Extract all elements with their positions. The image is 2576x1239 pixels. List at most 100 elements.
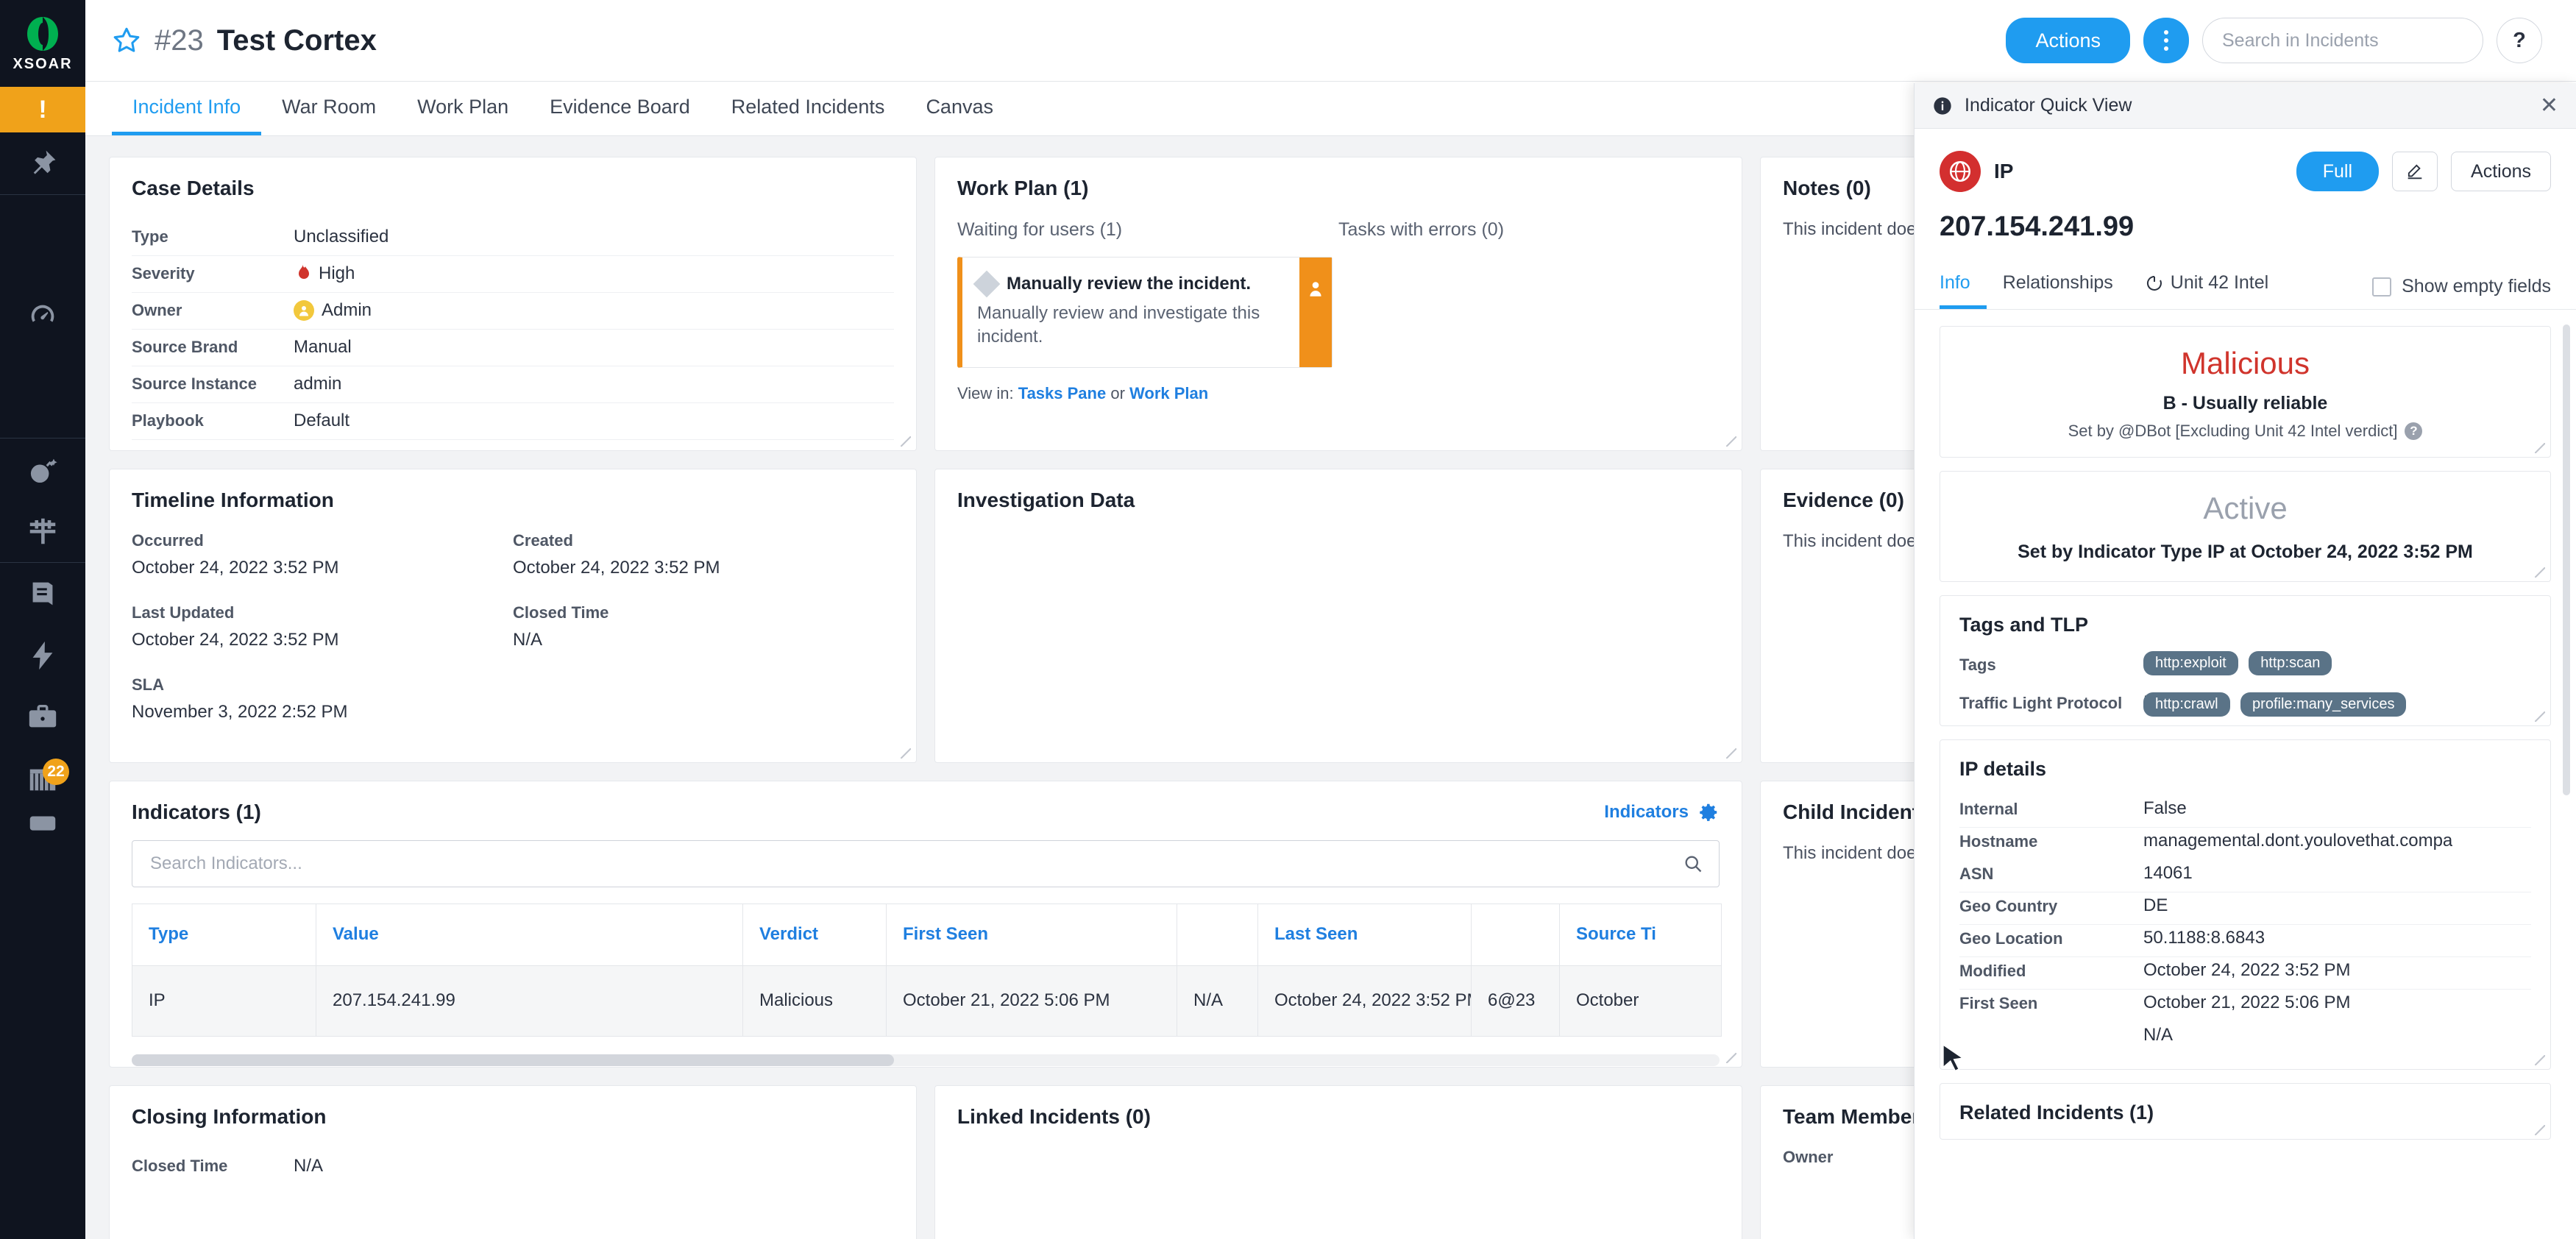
xsoar-logo[interactable]: XSOAR	[0, 0, 85, 87]
search-icon	[1685, 856, 1702, 873]
actions-button[interactable]: Actions	[2006, 18, 2130, 64]
assignee-user-icon	[1310, 281, 1321, 297]
timeline-last-updated-value: October 24, 2022 3:52 PM	[132, 629, 339, 650]
help-tooltip-icon[interactable]: ?	[2405, 422, 2423, 440]
qv-tab-unit42-label: Unit 42 Intel	[2170, 272, 2269, 293]
sidebar-item-automation[interactable]	[0, 625, 85, 686]
sidebar-item-pin[interactable]	[0, 132, 85, 194]
ip-detail-extra-label	[1959, 1022, 2143, 1026]
more-options-button[interactable]	[2143, 18, 2189, 64]
col-source-timestamp[interactable]: Source Ti	[1559, 903, 1722, 966]
help-button[interactable]: ?	[2497, 18, 2542, 64]
cell-first-seen: October 21, 2022 5:06 PM	[886, 965, 1177, 1037]
tag-pill[interactable]: http:scan	[2249, 651, 2332, 675]
field-type-value: Unclassified	[294, 227, 389, 247]
cell-last-seen: October 24, 2022 3:52 PM	[1257, 965, 1472, 1037]
ip-detail-geo-location-value: 50.1188:8.6843	[2143, 928, 2265, 948]
work-plan-waiting-column: Waiting for users (1) Manually review th…	[957, 219, 1338, 403]
close-icon[interactable]: ✕	[2540, 94, 2558, 117]
sidebar-item-threat-intel[interactable]	[0, 439, 85, 500]
field-owner-label: Owner	[132, 301, 182, 320]
work-plan-task-description: Manually review and investigate this inc…	[977, 302, 1260, 347]
sidebar-item-playbooks[interactable]	[0, 563, 85, 625]
show-empty-fields-toggle[interactable]: Show empty fields	[2372, 276, 2551, 309]
ip-detail-geo-country-label: Geo Country	[1959, 897, 2058, 915]
field-severity-value: High	[319, 263, 355, 284]
tab-incident-info[interactable]: Incident Info	[112, 96, 262, 135]
cell-value[interactable]: 207.154.241.99	[316, 965, 743, 1037]
qv-tab-info[interactable]: Info	[1940, 272, 1987, 309]
closing-information-title: Closing Information	[132, 1104, 327, 1128]
tag-row-1: http:exploit http:scan	[2143, 651, 2339, 675]
tag-pill[interactable]: profile:many_services	[2240, 692, 2407, 717]
qv-tab-relationships[interactable]: Relationships	[1987, 272, 2129, 309]
gear-icon[interactable]	[1697, 801, 1720, 823]
star-favorite-icon[interactable]	[112, 26, 141, 55]
kebab-menu-icon	[2164, 30, 2168, 52]
sidebar-item-archive[interactable]: 22	[0, 748, 85, 810]
col-last-seen[interactable]: Last Seen	[1257, 903, 1472, 966]
view-in-or: or	[1110, 383, 1125, 402]
search-input[interactable]	[2202, 18, 2483, 64]
timeline-grid: Occurred October 24, 2022 3:52 PM Create…	[132, 531, 894, 723]
full-view-button[interactable]: Full	[2296, 152, 2380, 191]
page-title: Test Cortex	[216, 24, 377, 57]
indicators-search-input[interactable]	[132, 839, 1720, 887]
sidebar-item-settings-sliders[interactable]	[0, 500, 85, 562]
indicators-link[interactable]: Indicators	[1604, 802, 1689, 823]
sidebar-item-alert-indicator[interactable]: !	[0, 87, 85, 132]
col-blank-2	[1471, 903, 1560, 966]
sidebar-item-dashboard[interactable]	[0, 195, 85, 438]
tab-work-plan[interactable]: Work Plan	[397, 96, 529, 135]
qv-tab-unit42-intel[interactable]: Unit 42 Intel	[2129, 272, 2285, 309]
main-region: #23 Test Cortex Actions ? Incident Info …	[85, 0, 2576, 1239]
work-plan-task-flag	[1299, 257, 1332, 367]
ip-detail-hostname-label: Hostname	[1959, 832, 2038, 851]
timeline-title: Timeline Information	[132, 488, 334, 511]
tasks-pane-link[interactable]: Tasks Pane	[1018, 384, 1106, 402]
tab-canvas[interactable]: Canvas	[905, 96, 1014, 135]
col-value[interactable]: Value	[316, 903, 743, 966]
timeline-occurred-value: October 24, 2022 3:52 PM	[132, 557, 339, 578]
edit-button[interactable]	[2392, 152, 2438, 191]
work-plan-columns: Waiting for users (1) Manually review th…	[957, 219, 1720, 403]
ip-detail-asn-label: ASN	[1959, 865, 1994, 883]
work-plan-task[interactable]: Manually review the incident. Manually r…	[957, 256, 1333, 368]
ip-detail-first-seen-value: October 21, 2022 5:06 PM	[2143, 993, 2351, 1012]
table-row[interactable]: IP 207.154.241.99 Malicious October 21, …	[132, 965, 1722, 1037]
ip-detail-hostname-value: managemental.dont.youlovethat.compa	[2143, 831, 2453, 851]
tab-war-room[interactable]: War Room	[261, 96, 397, 135]
show-empty-fields-checkbox[interactable]	[2372, 277, 2392, 297]
col-first-seen[interactable]: First Seen	[886, 903, 1177, 966]
sidebar-item-more[interactable]	[0, 810, 85, 839]
tag-pill[interactable]: http:exploit	[2143, 651, 2238, 675]
tag-pill[interactable]: http:crawl	[2143, 692, 2230, 717]
ip-type-icon	[1940, 151, 1981, 192]
cell-source-timestamp: October	[1559, 965, 1722, 1037]
indicators-search-wrap	[132, 839, 1720, 887]
timeline-last-updated: Last Updated October 24, 2022 3:52 PM	[132, 603, 513, 650]
work-plan-task-title: Manually review the incident.	[1007, 273, 1252, 294]
tab-evidence-board[interactable]: Evidence Board	[529, 96, 711, 135]
field-type-label: Type	[132, 227, 168, 246]
related-incidents-card: Related Incidents (1)	[1940, 1083, 2551, 1140]
quick-view-actions-button[interactable]: Actions	[2451, 152, 2551, 191]
ip-detail-asn-value: 14061	[2143, 863, 2193, 883]
sidebar-item-cases[interactable]	[0, 686, 85, 748]
ip-detail-first-seen-label: First Seen	[1959, 994, 2038, 1012]
field-type: Type Unclassified	[132, 219, 894, 256]
col-type[interactable]: Type	[132, 903, 316, 966]
col-verdict[interactable]: Verdict	[742, 903, 887, 966]
tags-and-tlp-title: Tags and TLP	[1959, 614, 2089, 636]
quick-view-scrollbar[interactable]	[2563, 324, 2570, 795]
verdict-card: Malicious B - Usually reliable Set by @D…	[1940, 326, 2551, 458]
scrollbar-thumb[interactable]	[132, 1054, 894, 1066]
bomb-icon	[30, 458, 57, 483]
linked-incidents-title: Linked Incidents (0)	[957, 1104, 1151, 1128]
field-closed-time: Closed Time N/A	[132, 1148, 894, 1185]
work-plan-link[interactable]: Work Plan	[1129, 384, 1208, 402]
verdict-note-row: Set by @DBot [Excluding Unit 42 Intel ve…	[1958, 422, 2533, 441]
indicators-horizontal-scrollbar[interactable]	[132, 1054, 1720, 1066]
tab-related-incidents[interactable]: Related Incidents	[711, 96, 906, 135]
cell-last-seen-extra[interactable]: 6@23	[1471, 965, 1560, 1037]
